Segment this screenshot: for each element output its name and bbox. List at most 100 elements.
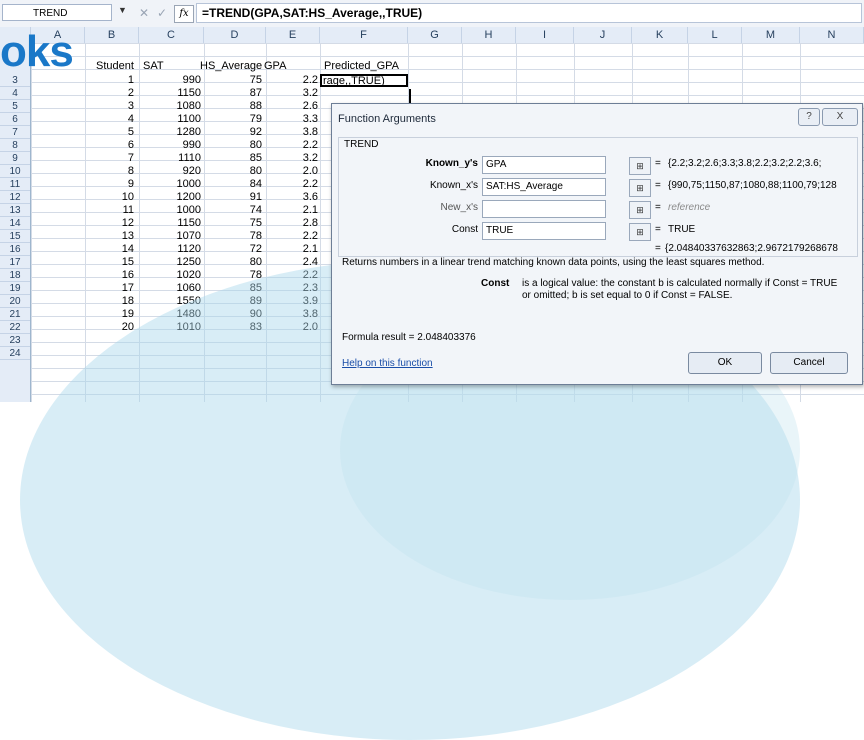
table-cell-hs[interactable]: 80 bbox=[204, 256, 262, 269]
table-cell-student[interactable]: 9 bbox=[76, 178, 134, 191]
row-header[interactable]: 15 bbox=[0, 230, 30, 243]
column-header[interactable]: C bbox=[139, 27, 204, 43]
table-cell-gpa[interactable]: 3.6 bbox=[260, 191, 318, 204]
arg-input-new-xs[interactable] bbox=[482, 200, 606, 218]
row-header[interactable]: 19 bbox=[0, 282, 30, 295]
column-header[interactable]: D bbox=[204, 27, 266, 43]
table-cell-student[interactable]: 12 bbox=[76, 217, 134, 230]
header-student[interactable]: Student bbox=[96, 60, 134, 73]
table-cell-gpa[interactable]: 2.8 bbox=[260, 217, 318, 230]
range-select-icon[interactable]: ⊞ bbox=[629, 179, 651, 197]
table-cell-sat[interactable]: 1080 bbox=[143, 100, 201, 113]
table-cell-student[interactable]: 13 bbox=[76, 230, 134, 243]
table-cell-gpa[interactable]: 2.2 bbox=[260, 230, 318, 243]
column-header[interactable]: L bbox=[688, 27, 742, 43]
ok-button[interactable]: OK bbox=[688, 352, 762, 374]
range-select-icon[interactable]: ⊞ bbox=[629, 201, 651, 219]
table-cell-hs[interactable]: 75 bbox=[204, 74, 262, 87]
row-header[interactable]: 12 bbox=[0, 191, 30, 204]
table-cell-sat[interactable]: 1120 bbox=[143, 243, 201, 256]
active-cell[interactable]: rage,,TRUE) bbox=[320, 74, 408, 87]
table-cell-sat[interactable]: 990 bbox=[143, 74, 201, 87]
table-cell-gpa[interactable]: 2.0 bbox=[260, 165, 318, 178]
table-cell-hs[interactable]: 79 bbox=[204, 113, 262, 126]
table-cell-student[interactable]: 10 bbox=[76, 191, 134, 204]
range-select-icon[interactable]: ⊞ bbox=[629, 223, 651, 241]
table-cell-sat[interactable]: 1110 bbox=[143, 152, 201, 165]
formula-input[interactable]: =TREND(GPA,SAT:HS_Average,,TRUE) bbox=[196, 3, 862, 23]
cancel-icon[interactable]: ✕ bbox=[136, 5, 152, 21]
row-header[interactable]: 22 bbox=[0, 321, 30, 334]
table-cell-sat[interactable]: 1150 bbox=[143, 87, 201, 100]
row-header[interactable]: 6 bbox=[0, 113, 30, 126]
row-header[interactable]: 21 bbox=[0, 308, 30, 321]
table-cell-hs[interactable]: 78 bbox=[204, 230, 262, 243]
table-cell-sat[interactable]: 990 bbox=[143, 139, 201, 152]
table-cell-sat[interactable]: 1280 bbox=[143, 126, 201, 139]
header-sat[interactable]: SAT bbox=[143, 60, 164, 73]
table-cell-gpa[interactable]: 3.3 bbox=[260, 113, 318, 126]
close-button[interactable]: X bbox=[822, 108, 858, 126]
table-cell-sat[interactable]: 1250 bbox=[143, 256, 201, 269]
header-gpa[interactable]: GPA bbox=[264, 60, 286, 73]
table-cell-sat[interactable]: 1060 bbox=[143, 282, 201, 295]
table-cell-hs[interactable]: 85 bbox=[204, 152, 262, 165]
table-cell-sat[interactable]: 1000 bbox=[143, 178, 201, 191]
table-cell-gpa[interactable]: 2.2 bbox=[260, 74, 318, 87]
help-link[interactable]: Help on this function bbox=[342, 358, 433, 369]
table-cell-gpa[interactable]: 3.2 bbox=[260, 87, 318, 100]
table-cell-hs[interactable]: 80 bbox=[204, 165, 262, 178]
table-cell-student[interactable]: 15 bbox=[76, 256, 134, 269]
table-cell-student[interactable]: 6 bbox=[76, 139, 134, 152]
table-cell-student[interactable]: 14 bbox=[76, 243, 134, 256]
row-header[interactable]: 13 bbox=[0, 204, 30, 217]
table-cell-student[interactable]: 5 bbox=[76, 126, 134, 139]
range-select-icon[interactable]: ⊞ bbox=[629, 157, 651, 175]
table-cell-sat[interactable]: 1070 bbox=[143, 230, 201, 243]
table-cell-sat[interactable]: 1200 bbox=[143, 191, 201, 204]
table-cell-student[interactable]: 1 bbox=[76, 74, 134, 87]
table-cell-student[interactable]: 3 bbox=[76, 100, 134, 113]
column-header[interactable]: B bbox=[85, 27, 139, 43]
table-cell-hs[interactable]: 72 bbox=[204, 243, 262, 256]
column-header[interactable]: G bbox=[408, 27, 462, 43]
table-cell-hs[interactable]: 74 bbox=[204, 204, 262, 217]
table-cell-gpa[interactable]: 3.2 bbox=[260, 152, 318, 165]
row-header[interactable]: 4 bbox=[0, 87, 30, 100]
column-header[interactable]: I bbox=[516, 27, 574, 43]
arg-input-known-xs[interactable]: SAT:HS_Average bbox=[482, 178, 606, 196]
table-cell-student[interactable]: 7 bbox=[76, 152, 134, 165]
row-header[interactable]: 5 bbox=[0, 100, 30, 113]
table-cell-gpa[interactable]: 2.6 bbox=[260, 100, 318, 113]
column-header[interactable]: E bbox=[266, 27, 320, 43]
row-header[interactable]: 9 bbox=[0, 152, 30, 165]
table-cell-hs[interactable]: 92 bbox=[204, 126, 262, 139]
table-cell-sat[interactable]: 1100 bbox=[143, 113, 201, 126]
arg-input-const[interactable]: TRUE bbox=[482, 222, 606, 240]
name-box[interactable]: TREND bbox=[2, 4, 112, 21]
row-header[interactable]: 18 bbox=[0, 269, 30, 282]
table-cell-student[interactable]: 2 bbox=[76, 87, 134, 100]
row-header[interactable]: 7 bbox=[0, 126, 30, 139]
column-header[interactable]: K bbox=[632, 27, 688, 43]
table-cell-sat[interactable]: 1150 bbox=[143, 217, 201, 230]
header-predicted-gpa[interactable]: Predicted_GPA bbox=[324, 60, 399, 73]
row-header[interactable]: 17 bbox=[0, 256, 30, 269]
row-header[interactable]: 8 bbox=[0, 139, 30, 152]
table-cell-student[interactable]: 19 bbox=[76, 308, 134, 321]
column-header[interactable]: M bbox=[742, 27, 800, 43]
table-cell-sat[interactable]: 1000 bbox=[143, 204, 201, 217]
table-cell-gpa[interactable]: 2.1 bbox=[260, 243, 318, 256]
column-header[interactable]: F bbox=[320, 27, 408, 43]
row-header[interactable]: 10 bbox=[0, 165, 30, 178]
table-cell-student[interactable]: 20 bbox=[76, 321, 134, 334]
table-cell-student[interactable]: 11 bbox=[76, 204, 134, 217]
row-header[interactable]: 16 bbox=[0, 243, 30, 256]
enter-icon[interactable]: ✓ bbox=[154, 5, 170, 21]
table-cell-hs[interactable]: 84 bbox=[204, 178, 262, 191]
row-header[interactable]: 20 bbox=[0, 295, 30, 308]
chevron-down-icon[interactable]: ▼ bbox=[118, 5, 127, 15]
table-cell-student[interactable]: 16 bbox=[76, 269, 134, 282]
table-cell-sat[interactable]: 1020 bbox=[143, 269, 201, 282]
column-header[interactable]: N bbox=[800, 27, 864, 43]
